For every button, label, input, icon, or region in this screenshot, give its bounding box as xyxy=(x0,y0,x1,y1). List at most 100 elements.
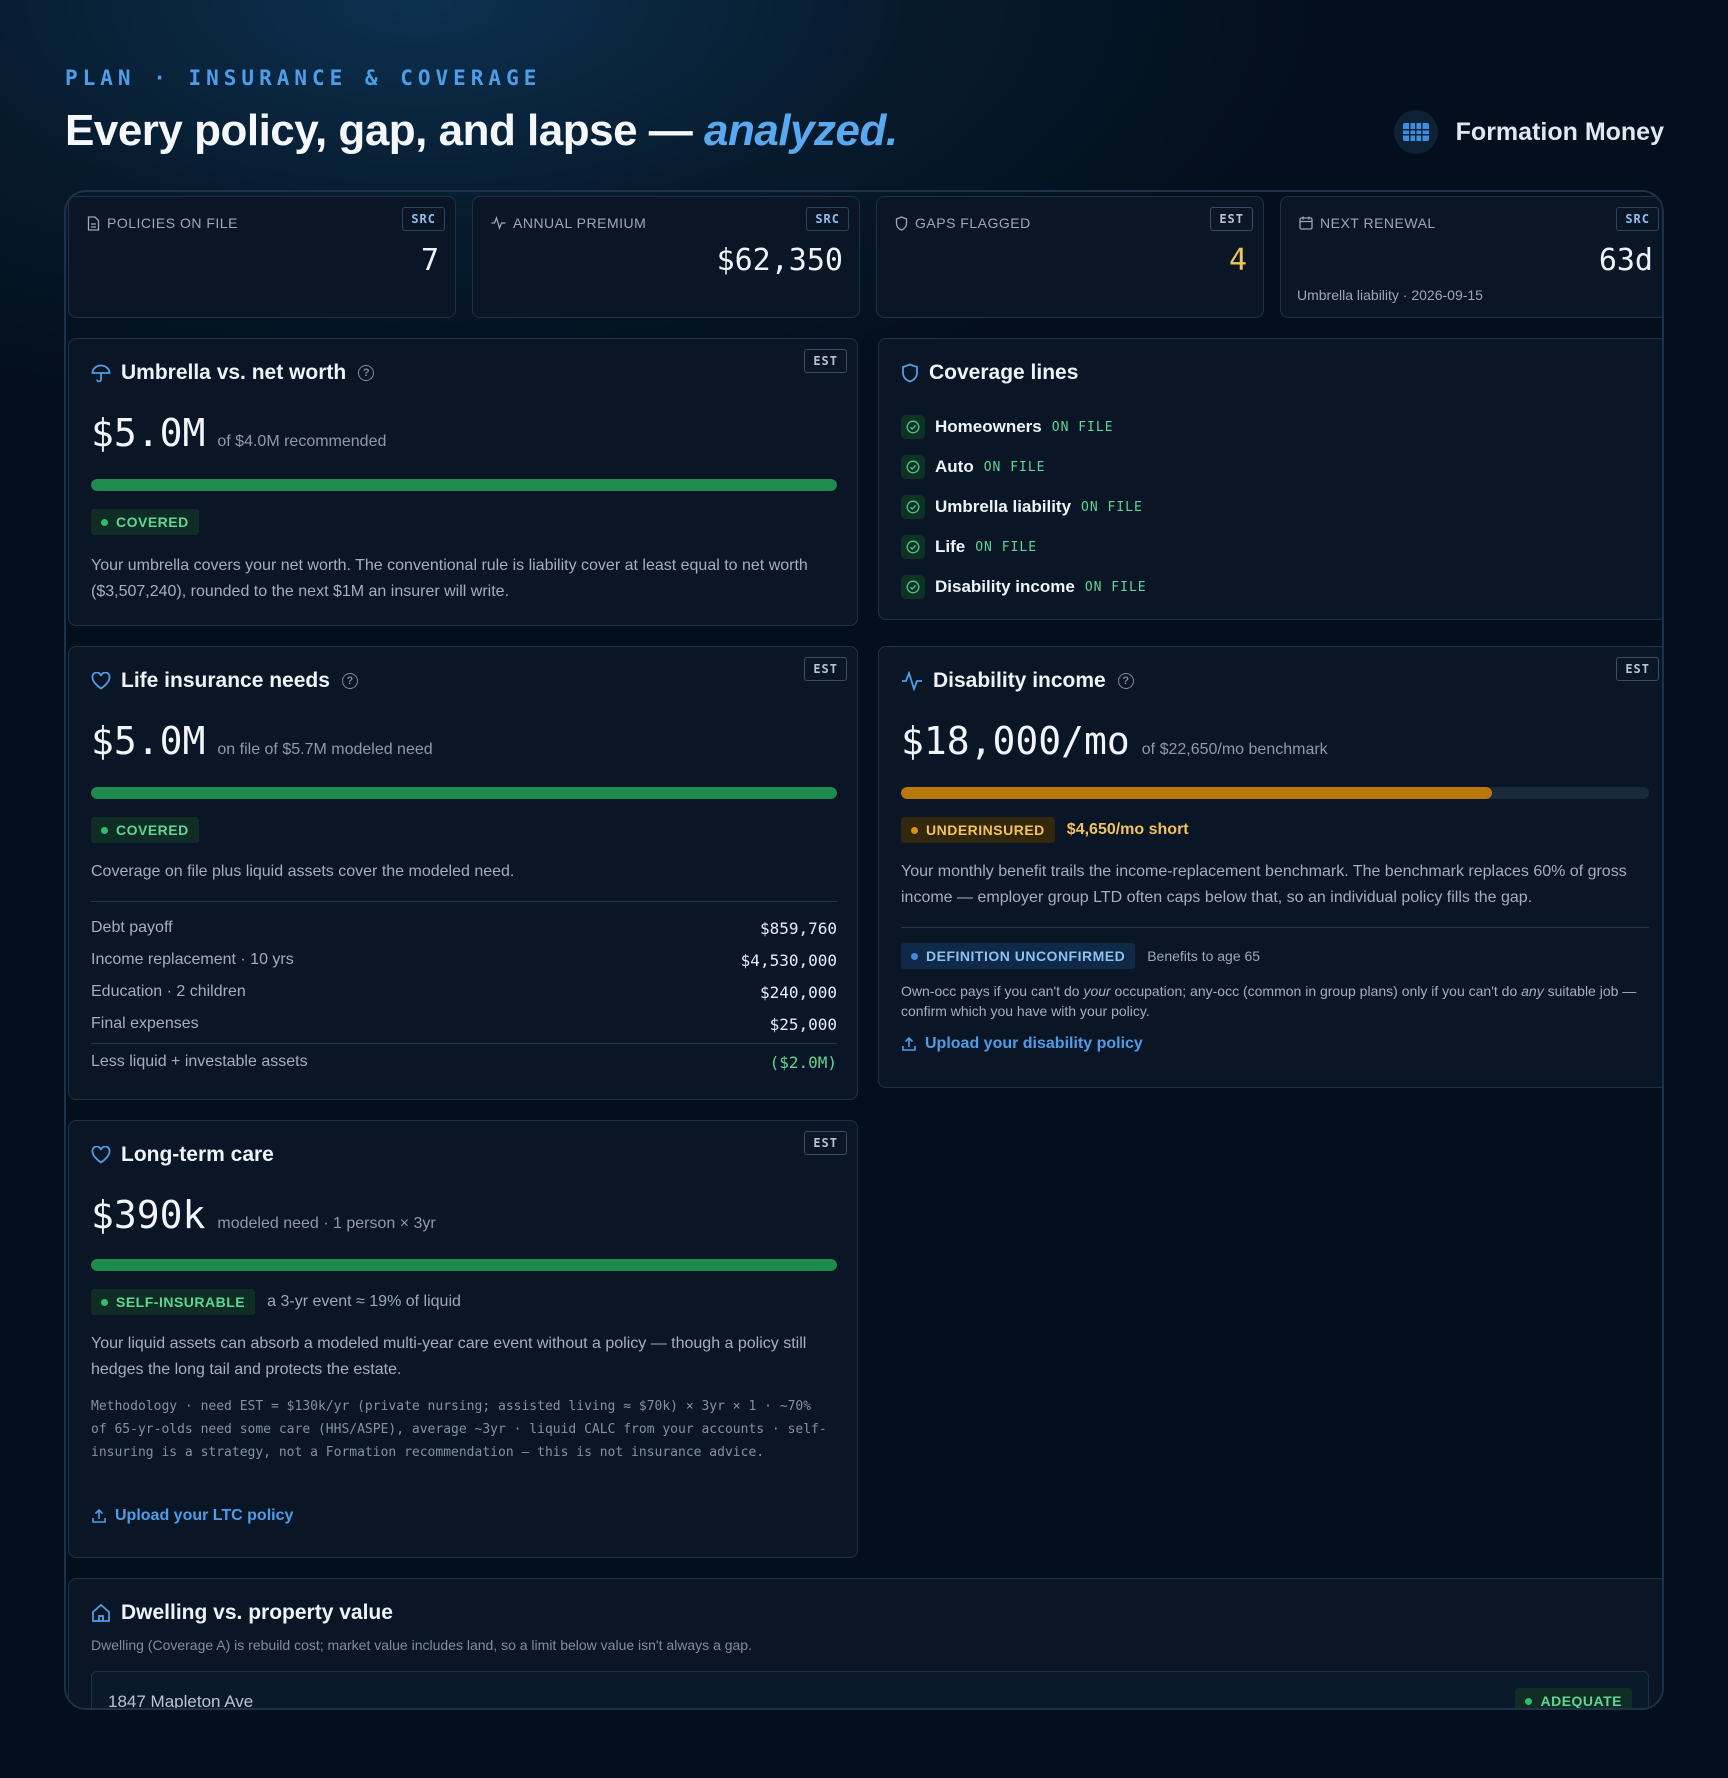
page-eyebrow: PLAN · INSURANCE & COVERAGE xyxy=(65,66,542,90)
check-circle-icon xyxy=(901,495,925,519)
brand[interactable]: Formation Money xyxy=(1393,110,1664,154)
kpi-value: 4 xyxy=(1228,243,1247,278)
definition-badge: DEFINITION UNCONFIRMED xyxy=(901,943,1136,969)
card-title: Dwelling vs. property value xyxy=(91,1601,393,1625)
source-tag: SRC xyxy=(1616,207,1659,231)
umbrella-icon xyxy=(91,364,111,383)
progress-bar xyxy=(901,787,1649,799)
status-badge: COVERED xyxy=(91,509,199,535)
progress-bar xyxy=(91,1259,837,1271)
dwelling-card: Dwelling vs. property value Dwelling (Co… xyxy=(68,1578,1662,1710)
progress-fill xyxy=(91,1259,837,1271)
kpi-annual-premium[interactable]: ANNUAL PREMIUM SRC $62,350 xyxy=(472,196,860,318)
progress-bar xyxy=(91,787,837,799)
coverage-status: ON FILE xyxy=(1084,579,1147,595)
card-title: Umbrella vs. net worth ? xyxy=(91,361,375,385)
kpi-label: POLICIES ON FILE xyxy=(87,215,238,231)
kpi-label: NEXT RENEWAL xyxy=(1299,215,1436,231)
kpi-label: ANNUAL PREMIUM xyxy=(491,215,646,231)
definition-note: Benefits to age 65 xyxy=(1147,948,1261,964)
divider xyxy=(91,1043,837,1044)
divider xyxy=(901,927,1649,928)
coverage-status: ON FILE xyxy=(983,459,1046,475)
kpi-value: $62,350 xyxy=(716,243,843,278)
coverage-name: Auto xyxy=(935,457,974,476)
coverage-lines-card: Coverage lines Homeowners ON FILE Auto O… xyxy=(878,338,1662,620)
upload-ltc-policy-link[interactable]: Upload your LTC policy xyxy=(91,1507,293,1525)
list-item[interactable]: Auto ON FILE xyxy=(901,447,1147,487)
coverage-list: Homeowners ON FILE Auto ON FILE Umbrella… xyxy=(901,407,1147,607)
coverage-name: Life xyxy=(935,537,966,556)
card-description: Coverage on file plus liquid assets cove… xyxy=(91,863,515,880)
kpi-gaps-flagged[interactable]: GAPS FLAGGED EST 4 xyxy=(876,196,1264,318)
metric-row: $5.0M on file of $5.7M modeled need xyxy=(91,719,433,763)
calendar-icon xyxy=(1299,216,1313,230)
coverage-status: ON FILE xyxy=(975,539,1038,555)
need-row: Debt payoff $859,760 xyxy=(91,919,837,938)
metric-value: $390k xyxy=(91,1193,206,1237)
upload-disability-policy-link[interactable]: Upload your disability policy xyxy=(901,1035,1143,1053)
progress-fill xyxy=(901,787,1492,799)
brand-name: Formation Money xyxy=(1455,117,1664,146)
status-badge: SELF-INSURABLE xyxy=(91,1289,256,1315)
metric-value: $5.0M xyxy=(91,719,206,763)
property-row[interactable]: 1847 Mapleton Ave ADEQUATE xyxy=(91,1671,1649,1710)
card-description: Your monthly benefit trails the income-r… xyxy=(901,863,1627,906)
check-circle-icon xyxy=(901,535,925,559)
kpi-next-renewal[interactable]: NEXT RENEWAL SRC 63d Umbrella liability … xyxy=(1280,196,1662,318)
estimate-tag: EST xyxy=(1210,207,1253,231)
disability-income-card: Disability income ? EST $18,000/mo of $2… xyxy=(878,646,1662,1088)
pulse-icon xyxy=(902,671,922,691)
status-row: UNDERINSURED $4,650/mo short xyxy=(901,817,1189,843)
brand-logo-icon xyxy=(1393,110,1438,154)
need-row: Education · 2 children $240,000 xyxy=(91,983,837,1002)
help-icon[interactable]: ? xyxy=(1117,673,1134,689)
page-title-main: Every policy, gap, and lapse — xyxy=(65,106,705,155)
card-title: Long-term care xyxy=(91,1143,274,1167)
estimate-tag: EST xyxy=(804,1131,847,1155)
umbrella-card: Umbrella vs. net worth ? EST $5.0M of $4… xyxy=(68,338,858,626)
coverage-name: Homeowners xyxy=(935,417,1042,436)
page-title-accent: analyzed. xyxy=(704,106,898,155)
estimate-tag: EST xyxy=(804,349,847,373)
metric-subtext: on file of $5.7M modeled need xyxy=(217,741,433,758)
progress-bar xyxy=(91,479,837,491)
status-note: a 3-yr event ≈ 19% of liquid xyxy=(267,1293,461,1310)
methodology-text: Methodology · need EST = $130k/yr (priva… xyxy=(91,1399,827,1460)
list-item[interactable]: Disability income ON FILE xyxy=(901,567,1147,607)
heart-icon xyxy=(91,1146,111,1164)
need-row: Income replacement · 10 yrs $4,530,000 xyxy=(91,951,837,970)
property-address: 1847 Mapleton Ave xyxy=(108,1692,254,1710)
list-item[interactable]: Life ON FILE xyxy=(901,527,1147,567)
shield-icon xyxy=(895,215,908,231)
card-title: Life insurance needs ? xyxy=(91,669,358,693)
metric-subtext: of $4.0M recommended xyxy=(217,433,387,450)
card-subtitle: Dwelling (Coverage A) is rebuild cost; m… xyxy=(91,1637,752,1653)
help-icon[interactable]: ? xyxy=(341,673,358,689)
divider xyxy=(91,901,837,902)
metric-subtext: modeled need · 1 person × 3yr xyxy=(217,1215,436,1232)
shield-icon xyxy=(902,363,918,383)
metric-value: $5.0M xyxy=(91,411,206,455)
metric-row: $5.0M of $4.0M recommended xyxy=(91,411,386,455)
list-item[interactable]: Homeowners ON FILE xyxy=(901,407,1147,447)
upload-icon xyxy=(92,1508,106,1523)
kpi-policies-on-file[interactable]: POLICIES ON FILE SRC 7 xyxy=(68,196,456,318)
help-icon[interactable]: ? xyxy=(358,365,375,381)
status-badge: COVERED xyxy=(91,817,199,843)
document-icon xyxy=(87,215,100,231)
long-term-care-card: Long-term care EST $390k modeled need · … xyxy=(68,1120,858,1558)
card-title: Coverage lines xyxy=(901,361,1078,385)
definition-row: DEFINITION UNCONFIRMED Benefits to age 6… xyxy=(901,943,1260,969)
estimate-tag: EST xyxy=(1616,657,1659,681)
metric-value: $18,000/mo xyxy=(901,719,1130,763)
metric-row: $18,000/mo of $22,650/mo benchmark xyxy=(901,719,1328,763)
definition-text: Own-occ pays if you can't do your occupa… xyxy=(901,983,1637,1019)
status-row: COVERED xyxy=(91,817,199,843)
life-insurance-card: Life insurance needs ? EST $5.0M on file… xyxy=(68,646,858,1100)
heart-icon xyxy=(91,672,111,690)
check-circle-icon xyxy=(901,575,925,599)
list-item[interactable]: Umbrella liability ON FILE xyxy=(901,487,1147,527)
status-row: COVERED xyxy=(91,509,199,535)
insurance-dashboard: POLICIES ON FILE SRC 7 ANNUAL PREMIUM SR… xyxy=(64,190,1664,1710)
